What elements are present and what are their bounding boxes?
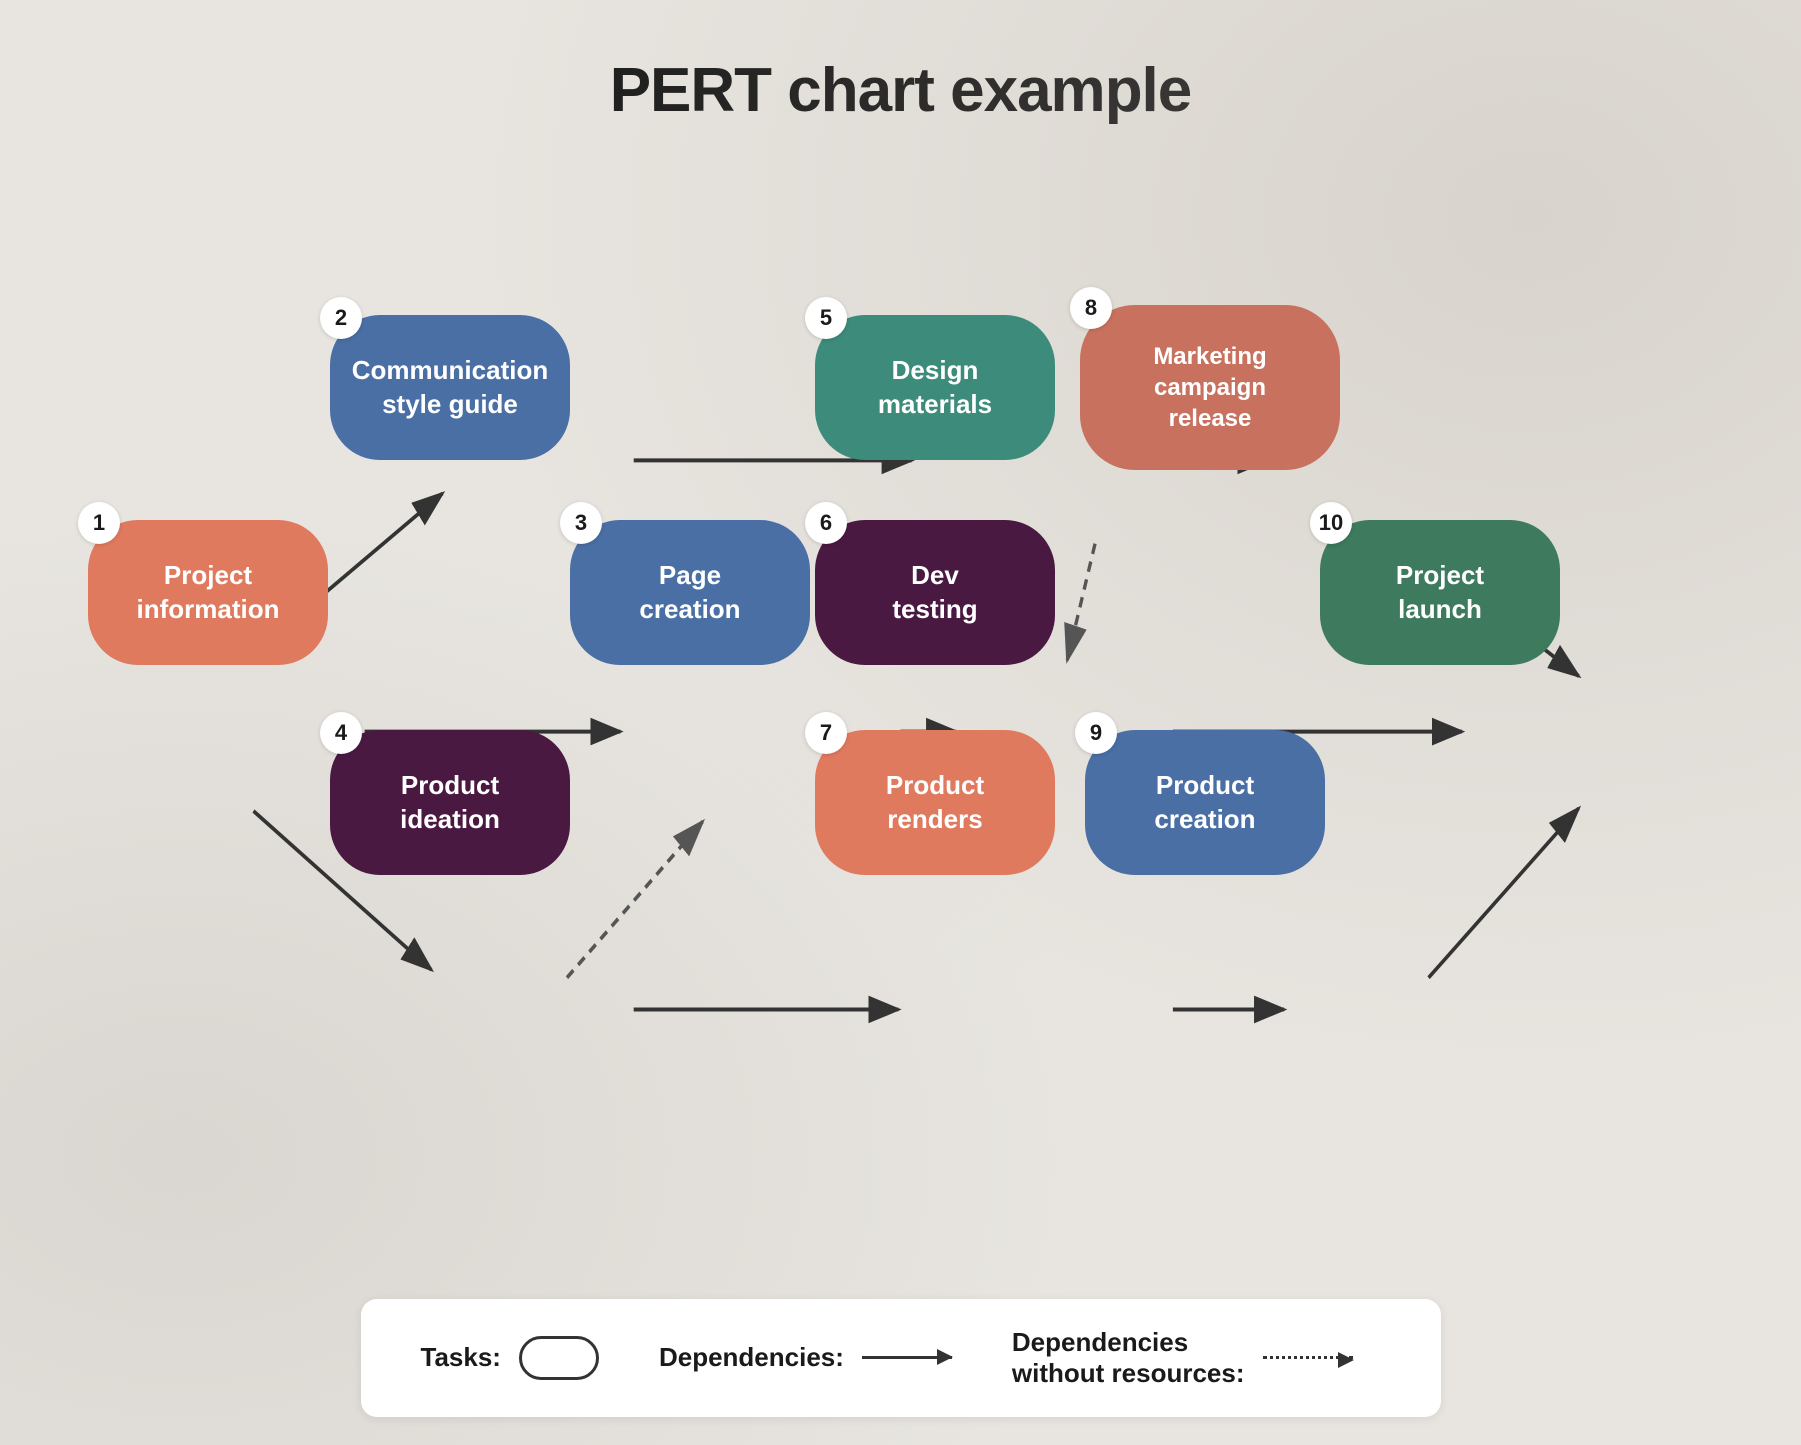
legend-dependencies-no-resources: Dependencieswithout resources: [1012, 1327, 1353, 1389]
node-10: 10 Projectlaunch [1320, 520, 1560, 665]
node-4-label: Productideation [400, 769, 500, 837]
node-7: 7 Productrenders [815, 730, 1055, 875]
node-9: 9 Productcreation [1085, 730, 1325, 875]
legend-tasks-label: Tasks: [421, 1342, 501, 1373]
node-6: 6 Devtesting [815, 520, 1055, 665]
node-4: 4 Productideation [330, 730, 570, 875]
node-2-number: 2 [320, 297, 362, 339]
node-6-label: Devtesting [892, 559, 977, 627]
node-2: 2 Communicationstyle guide [330, 315, 570, 460]
legend-no-resources-label: Dependencieswithout resources: [1012, 1327, 1245, 1389]
node-9-label: Productcreation [1154, 769, 1255, 837]
legend-task-shape [519, 1336, 599, 1380]
node-7-number: 7 [805, 712, 847, 754]
node-1: 1 Projectinformation [88, 520, 328, 665]
node-5: 5 Designmaterials [815, 315, 1055, 460]
legend-tasks: Tasks: [421, 1336, 599, 1380]
node-8-label: Marketingcampaignrelease [1153, 341, 1266, 435]
node-3-label: Pagecreation [639, 559, 740, 627]
node-4-number: 4 [320, 712, 362, 754]
node-8-number: 8 [1070, 287, 1112, 329]
node-9-number: 9 [1075, 712, 1117, 754]
legend: Tasks: Dependencies: Dependencieswithout… [361, 1299, 1441, 1417]
legend-arrow-solid [862, 1356, 952, 1359]
node-5-label: Designmaterials [878, 354, 992, 422]
node-10-number: 10 [1310, 502, 1352, 544]
node-6-number: 6 [805, 502, 847, 544]
node-5-number: 5 [805, 297, 847, 339]
legend-dependencies: Dependencies: [659, 1342, 952, 1373]
legend-arrow-dotted [1263, 1356, 1353, 1359]
node-7-label: Productrenders [886, 769, 984, 837]
node-3-number: 3 [560, 502, 602, 544]
node-8: 8 Marketingcampaignrelease [1080, 305, 1340, 470]
chart-area: 1 Projectinformation 2 Communicationstyl… [0, 160, 1801, 1245]
node-1-label: Projectinformation [137, 559, 280, 627]
legend-dependencies-label: Dependencies: [659, 1342, 844, 1373]
node-2-label: Communicationstyle guide [352, 354, 548, 422]
node-10-label: Projectlaunch [1396, 559, 1484, 627]
node-3: 3 Pagecreation [570, 520, 810, 665]
node-1-number: 1 [78, 502, 120, 544]
